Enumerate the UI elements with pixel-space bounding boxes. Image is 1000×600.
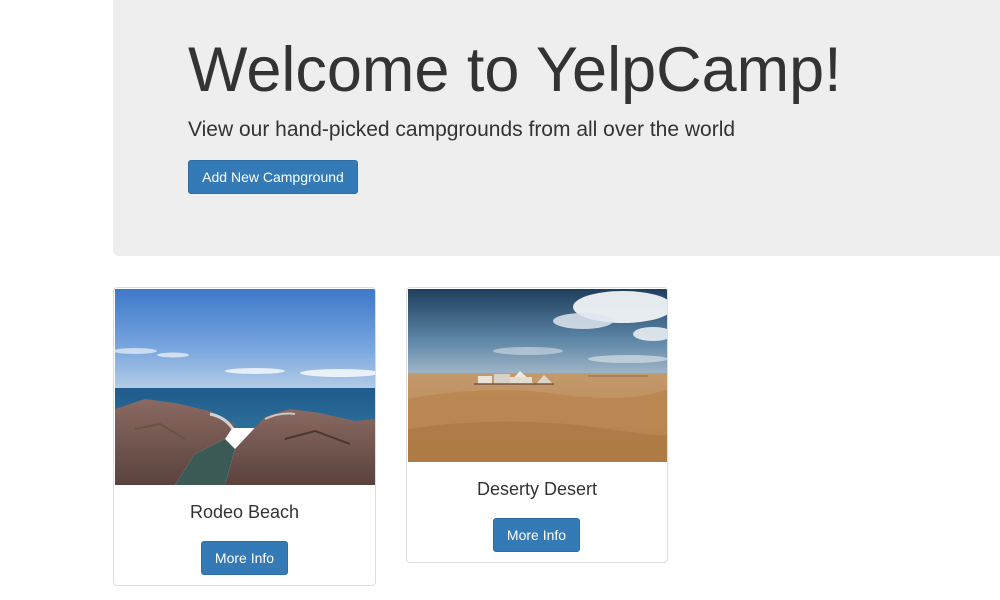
campground-image-desert[interactable] <box>408 289 668 462</box>
campground-name: Deserty Desert <box>476 479 598 499</box>
page-subtitle: View our hand-picked campgrounds from al… <box>188 118 736 141</box>
add-new-campground-button[interactable]: Add New Campground <box>188 160 358 194</box>
campground-image-beach[interactable] <box>115 289 376 485</box>
more-info-button[interactable]: More Info <box>493 518 580 552</box>
campground-card: Deserty Desert More Info <box>406 287 668 563</box>
more-info-button[interactable]: More Info <box>201 541 288 575</box>
page-title: Welcome to YelpCamp! <box>188 35 842 105</box>
campground-name: Rodeo Beach <box>189 502 300 522</box>
campground-card: Rodeo Beach More Info <box>113 287 376 586</box>
